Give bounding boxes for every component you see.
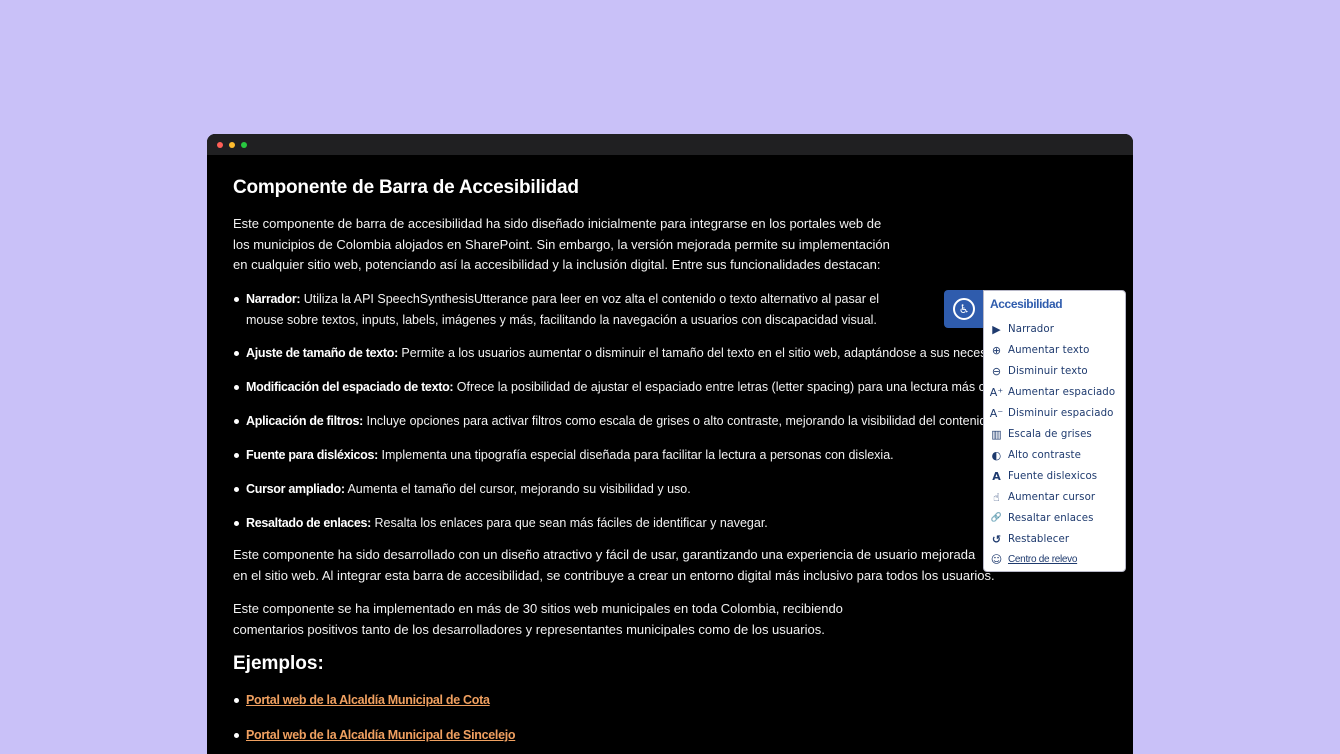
example-link-cota[interactable]: Portal web de la Alcaldía Municipal de C… xyxy=(246,690,490,711)
intro-paragraph: Este componente de barra de accesibilida… xyxy=(233,216,890,272)
acc-item-cursor[interactable]: ☝ Aumentar cursor xyxy=(990,488,1095,506)
contrast-icon: ◐ xyxy=(991,448,1002,462)
acc-item-highlight-links[interactable]: 🔗 Resaltar enlaces xyxy=(990,509,1094,527)
deployment-paragraph: Este componente se ha implementado en má… xyxy=(233,601,843,637)
minimize-window-button[interactable] xyxy=(229,142,235,148)
acc-item-grayscale[interactable]: ▥ Escala de grises xyxy=(990,425,1092,443)
text-spacing-decrease-icon: A⁻ xyxy=(989,406,1004,420)
zoom-in-icon: ⊕ xyxy=(991,343,1002,357)
zoom-out-icon: ⊖ xyxy=(991,364,1002,378)
relay-center-icon: ☺ xyxy=(990,552,1003,566)
acc-item-increase-text[interactable]: ⊕ Aumentar texto xyxy=(990,341,1090,359)
window-titlebar xyxy=(207,134,1133,155)
accessibility-panel: Accesibilidad ▶ Narrador ⊕ Aumentar text… xyxy=(983,290,1126,572)
link-icon: 🔗 xyxy=(990,512,1003,523)
accessibility-toggle-button[interactable]: ♿ xyxy=(944,290,984,328)
summary-paragraph: Este componente ha sido desarrollado con… xyxy=(233,547,995,583)
acc-item-narrator[interactable]: ▶ Narrador xyxy=(990,320,1054,338)
pointer-icon: ☝ xyxy=(993,490,1000,504)
acc-item-relay-center[interactable]: ☺ Centro de relevo xyxy=(990,550,1078,568)
accessibility-panel-title: Accesibilidad xyxy=(990,297,1063,311)
font-icon: A xyxy=(992,469,1001,483)
acc-item-decrease-spacing[interactable]: A⁻ Disminuir espaciado xyxy=(989,404,1114,422)
reset-icon: ↺ xyxy=(991,532,1002,546)
examples-heading: Ejemplos: xyxy=(233,653,324,674)
acc-item-decrease-text[interactable]: ⊖ Disminuir texto xyxy=(990,362,1088,380)
play-circle-icon: ▶ xyxy=(992,322,1001,336)
acc-item-high-contrast[interactable]: ◐ Alto contraste xyxy=(990,446,1081,464)
close-window-button[interactable] xyxy=(217,142,223,148)
example-link-sincelejo[interactable]: Portal web de la Alcaldía Municipal de S… xyxy=(246,725,516,746)
acc-item-dyslexia-font[interactable]: A Fuente dislexicos xyxy=(990,467,1097,485)
accessibility-icon: ♿ xyxy=(953,298,975,320)
maximize-window-button[interactable] xyxy=(241,142,247,148)
grayscale-icon: ▥ xyxy=(991,427,1002,441)
acc-item-increase-spacing[interactable]: A⁺ Aumentar espaciado xyxy=(990,383,1115,401)
acc-item-reset[interactable]: ↺ Restablecer xyxy=(990,530,1069,548)
page-title: Componente de Barra de Accesibilidad xyxy=(233,177,579,198)
text-spacing-increase-icon: A⁺ xyxy=(989,385,1004,399)
